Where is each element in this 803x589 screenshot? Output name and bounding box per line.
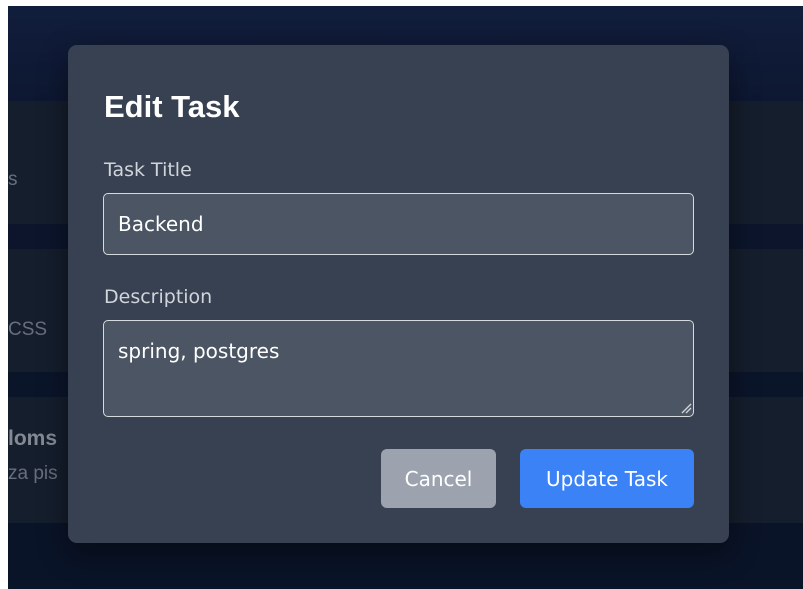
cancel-button[interactable]: Cancel (381, 449, 496, 508)
task-title-input[interactable] (103, 193, 694, 255)
update-task-button[interactable]: Update Task (520, 449, 694, 508)
description-textarea[interactable]: spring, postgres (103, 320, 694, 417)
description-label: Description (104, 286, 213, 308)
modal-title: Edit Task (104, 89, 240, 124)
task-title-label: Task Title (104, 159, 192, 181)
edit-task-modal: Edit Task Task Title Description spring,… (68, 45, 729, 543)
resize-handle-icon[interactable] (681, 403, 692, 414)
